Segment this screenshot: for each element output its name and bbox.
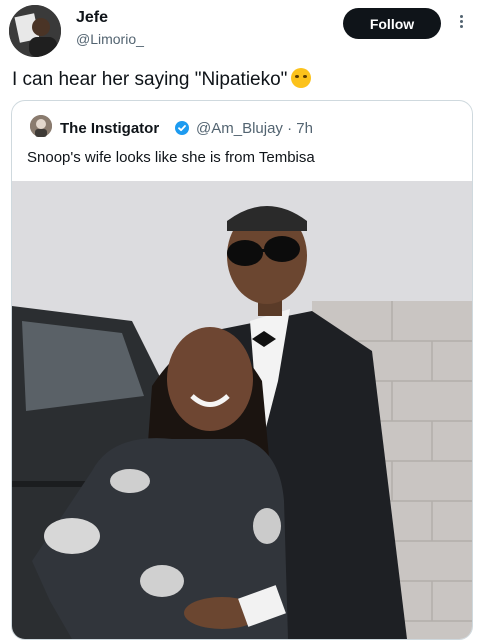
quoted-text: Snoop's wife looks like she is from Temb…: [27, 149, 315, 166]
quoted-photo[interactable]: [12, 181, 472, 639]
quoted-author-avatar[interactable]: [30, 115, 52, 137]
verified-badge-icon: [175, 121, 189, 135]
follow-button[interactable]: Follow: [343, 8, 441, 39]
quoted-tweet[interactable]: The Instigator @Am_Blujay · 7h Snoop's w…: [11, 100, 473, 640]
tweet-text-content: I can hear her saying "Nipatieko": [12, 69, 288, 90]
author-handle[interactable]: @Limorio_: [76, 31, 144, 47]
quoted-time[interactable]: · 7h: [287, 120, 313, 137]
quoted-meta: @Am_Blujay · 7h: [196, 120, 313, 137]
loudly-crying-face-icon: [291, 68, 312, 88]
quoted-author-handle[interactable]: @Am_Blujay: [196, 120, 283, 137]
more-options-icon[interactable]: [455, 13, 467, 33]
quoted-author-name[interactable]: The Instigator: [60, 120, 159, 137]
author-avatar[interactable]: [9, 5, 61, 57]
tweet-text: I can hear her saying "Nipatieko": [12, 68, 312, 91]
author-name[interactable]: Jefe: [76, 9, 108, 27]
